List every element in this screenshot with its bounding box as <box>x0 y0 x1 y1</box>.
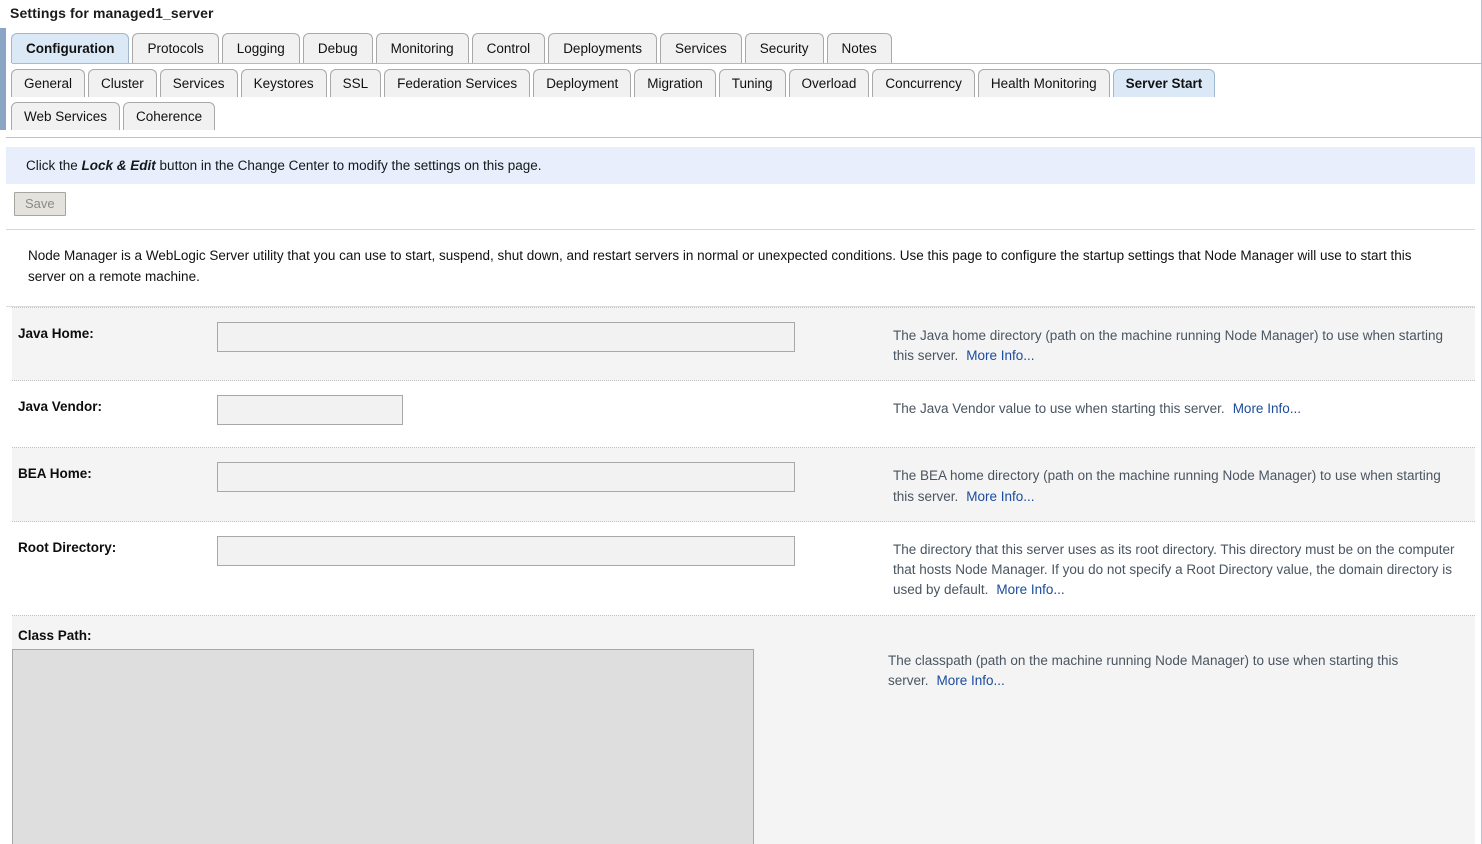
tab-label: Notes <box>841 40 877 56</box>
tab-label: Health Monitoring <box>990 75 1097 91</box>
field-help-text: The BEA home directory (path on the mach… <box>887 462 1475 507</box>
field-control <box>217 462 887 493</box>
field-help-text: The directory that this server uses as i… <box>887 536 1475 601</box>
tab-label: Overload <box>801 75 857 91</box>
tab-security[interactable]: Security <box>744 33 824 63</box>
field-help-text: The Java home directory (path on the mac… <box>887 322 1475 367</box>
tab-label: Protocols <box>147 40 204 56</box>
section-divider-top <box>6 229 1475 230</box>
button-bar: Save <box>0 184 1481 216</box>
tab-control[interactable]: Control <box>471 33 546 63</box>
tab-tuning[interactable]: Tuning <box>718 69 786 97</box>
field-control <box>217 535 887 566</box>
tab-health-monitoring[interactable]: Health Monitoring <box>977 69 1110 97</box>
tab-label: Keystores <box>253 75 314 91</box>
help-text: The Java Vendor value to use when starti… <box>893 401 1225 417</box>
tab-federation-services[interactable]: Federation Services <box>384 69 531 97</box>
field-label: Class Path: <box>18 627 92 643</box>
tab-label: Cluster <box>101 75 144 91</box>
tab-logging[interactable]: Logging <box>221 33 300 63</box>
intro-paragraph: Node Manager is a WebLogic Server utilit… <box>28 248 1412 284</box>
save-button[interactable]: Save <box>14 192 66 216</box>
form-row: Java Home: The Java home directory (path … <box>12 306 1475 382</box>
tab-coherence[interactable]: Coherence <box>123 102 216 130</box>
tab-label: Deployment <box>546 75 619 91</box>
more-info-link[interactable]: More Info... <box>966 489 1034 504</box>
bea-home-input[interactable] <box>217 462 795 493</box>
tab-services[interactable]: Services <box>659 33 742 63</box>
class-path-textarea[interactable] <box>12 648 754 844</box>
form-row: Root Directory: The directory that this s… <box>12 522 1475 615</box>
tab-label: Coherence <box>136 108 203 124</box>
classpath-control <box>12 648 888 844</box>
tab-label: Server Start <box>1125 75 1203 91</box>
tab-label: Migration <box>647 75 703 91</box>
tab-label: General <box>24 75 73 91</box>
more-info-link[interactable]: More Info... <box>1233 401 1301 416</box>
tab-cluster[interactable]: Cluster <box>88 69 157 97</box>
banner-prefix: Click the <box>26 158 82 173</box>
tab-row-primary: Configuration Protocols Logging Debug Monito… <box>6 28 1481 63</box>
tab-label: Concurrency <box>885 75 962 91</box>
tab-ssl[interactable]: SSL <box>329 69 382 97</box>
tab-overload[interactable]: Overload <box>788 69 870 97</box>
tab-label: Control <box>486 40 531 56</box>
tab-notes[interactable]: Notes <box>826 33 892 63</box>
form-row: Java Vendor: The Java Vendor value to use… <box>12 381 1475 447</box>
tab-deployments[interactable]: Deployments <box>548 33 657 63</box>
tab-label: Monitoring <box>390 40 454 56</box>
tab-label: Logging <box>236 40 285 56</box>
field-control <box>217 321 887 352</box>
field-label: Java Vendor: <box>18 399 103 415</box>
more-info-link[interactable]: More Info... <box>996 582 1064 597</box>
field-help-text: The Java Vendor value to use when starti… <box>887 395 1475 419</box>
field-control <box>217 395 887 426</box>
tab-label: Deployments <box>563 40 642 56</box>
settings-page: Settings for managed1_server Configurati… <box>0 0 1482 844</box>
tab-label: Services <box>172 75 225 91</box>
tab-protocols[interactable]: Protocols <box>132 33 219 63</box>
tab-deployment[interactable]: Deployment <box>533 69 632 97</box>
server-start-form: Java Home: The Java home directory (path … <box>12 306 1475 844</box>
help-text: The directory that this server uses as i… <box>893 541 1455 598</box>
field-label: BEA Home: <box>18 466 92 482</box>
tab-web-services[interactable]: Web Services <box>11 102 121 130</box>
form-row-classpath: Class Path: The classpath (path on the ma… <box>12 614 1475 844</box>
tab-label: Configuration <box>26 40 115 56</box>
field-label: Java Home: <box>18 325 94 341</box>
tab-debug[interactable]: Debug <box>302 33 373 63</box>
tab-concurrency[interactable]: Concurrency <box>872 69 975 97</box>
field-help-text: The classpath (path on the machine runni… <box>888 649 1475 692</box>
java-home-input[interactable] <box>217 321 795 352</box>
page-title-bar: Settings for managed1_server <box>0 0 1481 28</box>
tab-label: Web Services <box>24 108 108 124</box>
tab-general[interactable]: General <box>11 69 86 97</box>
tab-configuration[interactable]: Configuration <box>11 33 130 63</box>
form-row: BEA Home: The BEA home directory (path on… <box>12 447 1475 522</box>
tab-label: Services <box>674 40 727 56</box>
tab-migration[interactable]: Migration <box>634 69 716 97</box>
tab-row-secondary: General Cluster Services Keystores SSL Federa… <box>6 64 1481 97</box>
tab-monitoring[interactable]: Monitoring <box>375 33 469 63</box>
tab-server-start[interactable]: Server Start <box>1112 69 1216 97</box>
tab-label: SSL <box>342 75 369 91</box>
banner-suffix: button in the Change Center to modify th… <box>155 158 542 173</box>
tab-label: Debug <box>317 40 358 56</box>
tab-label: Tuning <box>731 75 773 91</box>
tab-row-tertiary: Web Services Coherence <box>6 97 1481 130</box>
tabs-region: Configuration Protocols Logging Debug Monito… <box>0 28 1481 130</box>
more-info-link[interactable]: More Info... <box>966 348 1034 363</box>
tab-keystores[interactable]: Keystores <box>240 69 327 97</box>
more-info-link[interactable]: More Info... <box>937 673 1005 688</box>
tab-services[interactable]: Services <box>159 69 238 97</box>
tab-label: Security <box>759 40 809 56</box>
banner-emphasis: Lock & Edit <box>81 158 156 173</box>
tabs-bottom-divider <box>6 137 1481 138</box>
root-directory-input[interactable] <box>217 535 795 566</box>
lock-and-edit-banner: Click the Lock & Edit button in the Chan… <box>6 147 1475 184</box>
field-label: Root Directory: <box>18 539 117 555</box>
tab-label: Federation Services <box>397 75 518 91</box>
page-title: Settings for managed1_server <box>10 5 214 21</box>
java-vendor-input[interactable] <box>217 395 403 426</box>
